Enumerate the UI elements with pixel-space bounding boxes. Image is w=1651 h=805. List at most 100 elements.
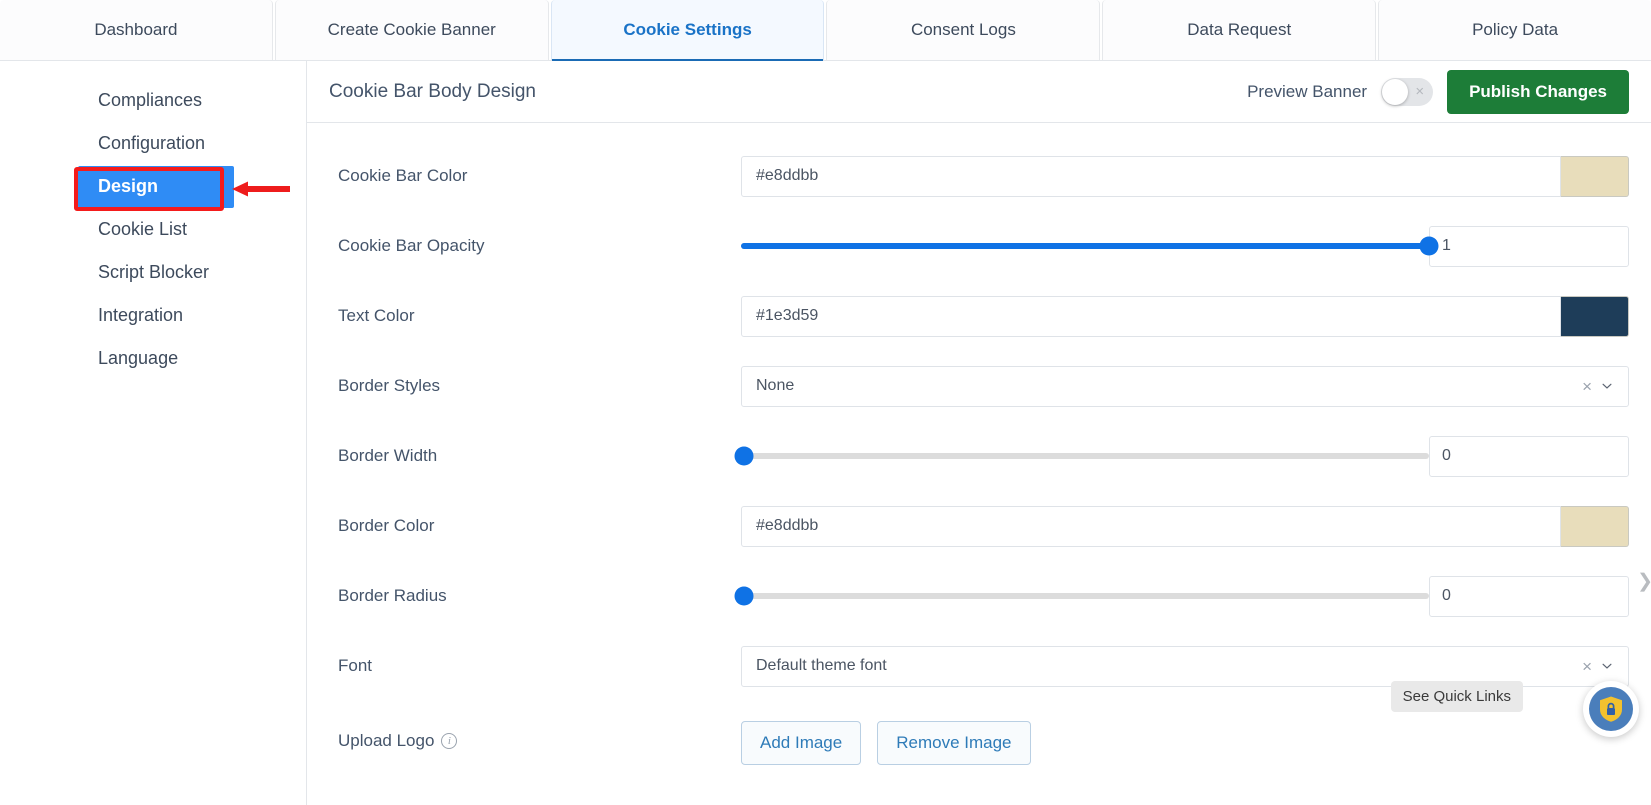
row-cookie-bar-opacity: Cookie Bar Opacity: [307, 211, 1651, 281]
sidebar-item-design-wrapper: Design: [0, 165, 306, 211]
sidebar-item-label: Design: [98, 176, 159, 196]
font-value: Default theme font: [756, 657, 887, 674]
panel-expand-caret-icon[interactable]: ❯: [1637, 570, 1651, 593]
sidebar-item-label: Language: [98, 348, 179, 368]
info-icon[interactable]: i: [441, 733, 458, 749]
tab-label: Dashboard: [94, 20, 178, 39]
border-radius-input[interactable]: [1429, 575, 1629, 617]
border-color-field: [741, 505, 1629, 547]
sidebar-item-language[interactable]: Language: [0, 337, 306, 380]
quick-links-fab-button[interactable]: [1583, 681, 1639, 737]
toggle-off-icon: ×: [1415, 83, 1425, 100]
slider-thumb[interactable]: [734, 446, 754, 466]
row-upload-logo: Upload Logo i Add Image Remove Image: [307, 701, 1651, 781]
border-radius-slider[interactable]: [734, 576, 1429, 617]
sidebar-item-integration[interactable]: Integration: [0, 294, 306, 337]
tab-label: Cookie Settings: [623, 20, 752, 39]
border-color-input[interactable]: [741, 505, 1561, 547]
control-border-radius: [734, 575, 1629, 617]
row-border-color: Border Color: [307, 491, 1651, 561]
sidebar-item-label: Script Blocker: [98, 262, 210, 282]
tab-create-cookie-banner[interactable]: Create Cookie Banner: [274, 0, 549, 60]
sidebar-item-configuration[interactable]: Configuration: [0, 122, 306, 165]
page-title: Cookie Bar Body Design: [329, 80, 536, 102]
border-width-slider[interactable]: [734, 436, 1429, 477]
tab-dashboard[interactable]: Dashboard: [0, 0, 273, 60]
publish-changes-button[interactable]: Publish Changes: [1447, 69, 1629, 114]
label-cookie-bar-opacity: Cookie Bar Opacity: [338, 236, 485, 255]
sidebar-item-cookie-list[interactable]: Cookie List: [0, 208, 306, 251]
upload-logo-label-text: Upload Logo: [338, 731, 435, 750]
control-cookie-bar-opacity: [741, 225, 1629, 267]
preview-banner-toggle[interactable]: ×: [1381, 77, 1434, 106]
label-border-radius: Border Radius: [338, 586, 447, 605]
tab-label: Data Request: [1187, 20, 1292, 39]
clear-icon[interactable]: ×: [1574, 658, 1600, 675]
control-text-color: [741, 295, 1629, 337]
cookie-bar-opacity-field: [741, 225, 1629, 267]
sidebar-item-label: Compliances: [98, 90, 203, 110]
clear-icon[interactable]: ×: [1574, 378, 1600, 395]
cookie-bar-color-swatch[interactable]: [1561, 155, 1629, 197]
cookie-bar-opacity-input[interactable]: [1429, 225, 1629, 267]
sidebar-item-design[interactable]: Design: [78, 165, 234, 208]
control-border-color: [741, 505, 1629, 547]
text-color-field: [741, 295, 1629, 337]
label-text-color: Text Color: [338, 306, 415, 325]
fab-circle: [1589, 687, 1633, 731]
border-styles-value: None: [756, 377, 795, 394]
sidebar-item-script-blocker[interactable]: Script Blocker: [0, 251, 306, 294]
text-color-swatch[interactable]: [1561, 295, 1629, 337]
sidebar-item-label: Cookie List: [98, 219, 188, 239]
label-font: Font: [338, 656, 373, 675]
slider-thumb[interactable]: [1419, 236, 1439, 256]
main-tab-bar: Dashboard Create Cookie Banner Cookie Se…: [0, 0, 1651, 61]
add-image-button[interactable]: Add Image: [741, 721, 862, 765]
tab-consent-logs[interactable]: Consent Logs: [826, 0, 1101, 60]
annotation-arrow-icon: [232, 181, 290, 197]
tab-data-request[interactable]: Data Request: [1102, 0, 1377, 60]
border-radius-field: [734, 575, 1629, 617]
slider-fill: [741, 243, 1429, 249]
row-cookie-bar-color: Cookie Bar Color: [307, 141, 1651, 211]
border-color-swatch[interactable]: [1561, 505, 1629, 547]
sidebar-item-label: Configuration: [98, 133, 206, 153]
toggle-knob: [1382, 78, 1409, 105]
shield-lock-icon: [1600, 696, 1622, 722]
label-border-width: Border Width: [338, 446, 438, 465]
slider-track: [734, 446, 1429, 466]
page-body: Compliances Configuration Design Cookie …: [0, 61, 1651, 805]
control-border-styles: None ×: [741, 365, 1629, 407]
tab-label: Policy Data: [1472, 20, 1559, 39]
cookie-bar-color-input[interactable]: [741, 155, 1561, 197]
label-border-color: Border Color: [338, 516, 435, 535]
tab-label: Consent Logs: [910, 20, 1016, 39]
control-upload-logo: Add Image Remove Image: [741, 717, 1629, 765]
slider-track: [734, 586, 1429, 606]
tab-cookie-settings[interactable]: Cookie Settings: [550, 0, 825, 61]
row-border-width: Border Width: [307, 421, 1651, 491]
chevron-down-icon[interactable]: [1600, 380, 1618, 392]
label-upload-logo: Upload Logo i: [329, 731, 741, 751]
sidebar-item-label: Integration: [98, 305, 184, 325]
label-cookie-bar-color: Cookie Bar Color: [338, 166, 468, 185]
control-border-width: [734, 435, 1629, 477]
border-styles-select[interactable]: None ×: [741, 365, 1629, 407]
sidebar-item-compliances[interactable]: Compliances: [0, 79, 306, 122]
row-text-color: Text Color: [307, 281, 1651, 351]
slider-thumb[interactable]: [734, 586, 754, 606]
cookie-bar-color-field: [741, 155, 1629, 197]
cookie-bar-opacity-slider[interactable]: [741, 226, 1439, 267]
row-border-styles: Border Styles None ×: [307, 351, 1651, 421]
tab-policy-data[interactable]: Policy Data: [1378, 0, 1651, 60]
border-width-input[interactable]: [1429, 435, 1629, 477]
label-border-styles: Border Styles: [338, 376, 441, 395]
text-color-input[interactable]: [741, 295, 1561, 337]
quick-links-tooltip: See Quick Links: [1390, 681, 1523, 712]
settings-sidebar: Compliances Configuration Design Cookie …: [0, 61, 307, 805]
remove-image-button[interactable]: Remove Image: [877, 721, 1031, 765]
design-panel: Cookie Bar Body Design Preview Banner × …: [307, 61, 1651, 805]
border-width-field: [734, 435, 1629, 477]
row-border-radius: Border Radius: [307, 561, 1651, 631]
chevron-down-icon[interactable]: [1600, 660, 1618, 672]
